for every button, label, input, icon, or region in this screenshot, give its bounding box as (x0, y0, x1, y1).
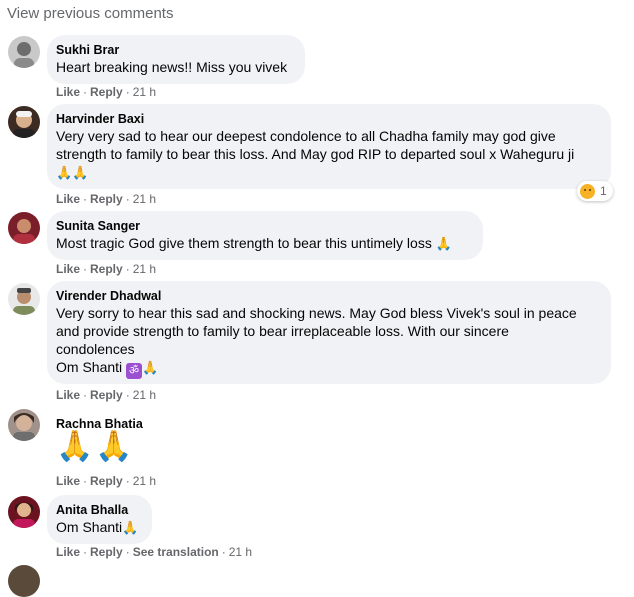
avatar[interactable] (8, 409, 40, 441)
avatar-image (8, 36, 40, 68)
comment-actions: Like · Reply · 21 h (56, 388, 156, 402)
folded-hands-icon: 🙏🙏 (56, 165, 89, 180)
folded-hands-icon: 🙏🙏 (56, 430, 135, 463)
avatar-image (8, 565, 40, 597)
comment-text-line: and provide strength to family to bear i… (56, 323, 509, 339)
avatar[interactable] (8, 212, 40, 244)
separator-dot: · (83, 388, 88, 402)
like-button[interactable]: Like (56, 85, 80, 99)
comment-timestamp[interactable]: 21 h (229, 545, 252, 559)
comment-text-row: Om Shanti🙏 (56, 518, 142, 536)
like-button[interactable]: Like (56, 262, 80, 276)
like-button[interactable]: Like (56, 192, 80, 206)
reply-button[interactable]: Reply (90, 85, 123, 99)
comment-actions: Like · Reply · 21 h (56, 192, 156, 206)
comment-text-row: Most tragic God give them strength to be… (56, 234, 473, 252)
om-symbol-icon: ॐ (126, 363, 143, 379)
comment-bubble: Virender Dhadwal Very sorry to hear this… (47, 281, 611, 384)
comment-actions: Like · Reply · 21 h (56, 474, 156, 488)
avatar[interactable] (8, 106, 40, 138)
reply-button[interactable]: Reply (90, 545, 123, 559)
view-previous-comments-link[interactable]: View previous comments (7, 5, 173, 22)
comment-text: Heart breaking news!! Miss you vivek (56, 59, 288, 75)
separator-dot: · (125, 474, 130, 488)
like-button[interactable]: Like (56, 545, 80, 559)
comment-text: Most tragic God give them strength to be… (56, 235, 432, 251)
comment-actions: Like · Reply · 21 h (56, 85, 156, 99)
separator-dot: · (83, 192, 88, 206)
comment-timestamp[interactable]: 21 h (133, 262, 156, 276)
comment-bubble: Sukhi Brar Heart breaking news!! Miss yo… (47, 35, 305, 84)
separator-dot: · (221, 545, 226, 559)
separator-dot: · (83, 545, 88, 559)
separator-dot: · (83, 474, 88, 488)
reply-button[interactable]: Reply (90, 192, 123, 206)
comment-author[interactable]: Virender Dhadwal (56, 288, 601, 304)
comment-timestamp[interactable]: 21 h (133, 192, 156, 206)
avatar[interactable] (8, 496, 40, 528)
separator-dot: · (125, 262, 130, 276)
folded-hands-icon: 🙏 (435, 236, 452, 251)
comment-author[interactable]: Anita Bhalla (56, 502, 142, 518)
avatar[interactable] (8, 36, 40, 68)
comment-text-row: Om Shanti ॐ 🙏 (56, 358, 601, 379)
comment-timestamp[interactable]: 21 h (133, 85, 156, 99)
like-button[interactable]: Like (56, 474, 80, 488)
comment-text: Om Shanti (56, 519, 123, 535)
comment-text-line: Very very sad to hear our deepest condol… (56, 128, 556, 144)
separator-dot: · (125, 545, 130, 559)
reply-button[interactable]: Reply (90, 474, 123, 488)
comment-bubble: Sunita Sanger Most tragic God give them … (47, 211, 483, 260)
comment-bubble: Harvinder Baxi Very very sad to hear our… (47, 104, 611, 189)
comment-bubble: Anita Bhalla Om Shanti🙏 (47, 495, 152, 544)
reply-button[interactable]: Reply (90, 388, 123, 402)
comment-text: Om Shanti (56, 359, 123, 375)
comment-author[interactable]: Sukhi Brar (56, 42, 295, 58)
avatar-image (8, 212, 40, 244)
separator-dot: · (125, 192, 130, 206)
reply-button[interactable]: Reply (90, 262, 123, 276)
comment-text-line: strength to family to bear this loss. An… (56, 146, 575, 162)
see-translation-link[interactable]: See translation (133, 545, 219, 559)
avatar-image (8, 283, 40, 315)
avatar-image (8, 496, 40, 528)
avatar[interactable] (8, 565, 40, 597)
comment-actions: Like · Reply · 21 h (56, 262, 156, 276)
sad-reaction-icon (580, 183, 595, 199)
separator-dot: · (83, 262, 88, 276)
separator-dot: · (125, 85, 130, 99)
separator-dot: · (83, 85, 88, 99)
comment-text-line: condolences (56, 341, 135, 357)
comment-author[interactable]: Harvinder Baxi (56, 111, 601, 127)
separator-dot: · (125, 388, 130, 402)
avatar-image (8, 106, 40, 138)
comment-author[interactable]: Sunita Sanger (56, 218, 473, 234)
folded-hands-icon: 🙏 (122, 520, 139, 535)
reaction-summary[interactable]: 1 (577, 181, 613, 201)
comment-actions: Like · Reply · See translation · 21 h (56, 545, 252, 559)
comment-emoji: 🙏🙏 (56, 163, 601, 181)
comment-text-line: Very sorry to hear this sad and shocking… (56, 305, 577, 321)
comment-timestamp[interactable]: 21 h (133, 388, 156, 402)
avatar-image (8, 409, 40, 441)
avatar[interactable] (8, 283, 40, 315)
folded-hands-icon: 🙏 (142, 360, 159, 375)
comment-timestamp[interactable]: 21 h (133, 474, 156, 488)
reaction-count: 1 (600, 184, 607, 198)
like-button[interactable]: Like (56, 388, 80, 402)
